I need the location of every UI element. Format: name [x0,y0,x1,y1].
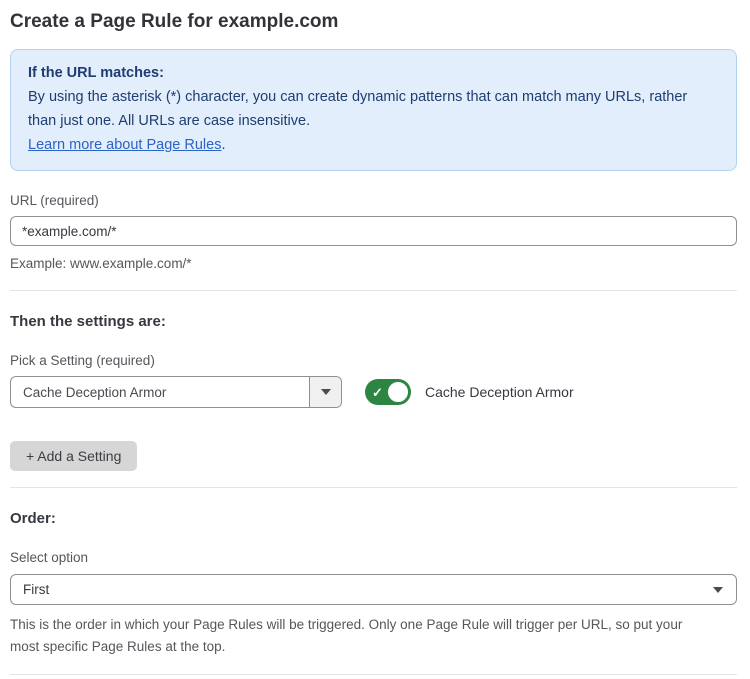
order-select-label: Select option [10,550,737,566]
link-suffix: . [221,137,225,153]
setting-select-value: Cache Deception Armor [11,377,309,407]
order-select-value: First [23,582,49,597]
info-box-link-line: Learn more about Page Rules. [28,133,719,157]
order-helper-text: This is the order in which your Page Rul… [10,614,710,658]
chevron-down-icon [713,587,723,593]
setting-select[interactable]: Cache Deception Armor [10,376,342,408]
add-setting-button[interactable]: + Add a Setting [10,441,137,471]
setting-row: Cache Deception Armor ✓ Cache Deception … [10,376,737,408]
check-icon: ✓ [372,386,383,399]
url-field-label: URL (required) [10,193,737,209]
toggle-knob [386,380,410,404]
order-select[interactable]: First [10,574,737,605]
pick-setting-label: Pick a Setting (required) [10,353,737,369]
setting-select-arrow-button[interactable] [309,377,341,407]
divider [10,290,737,291]
create-page-rule-form: Create a Page Rule for example.com If th… [0,0,750,679]
learn-more-link[interactable]: Learn more about Page Rules [28,137,221,153]
toggle-label: Cache Deception Armor [425,384,574,400]
page-title: Create a Page Rule for example.com [10,10,737,33]
url-field-helper: Example: www.example.com/* [10,254,737,274]
order-section-heading: Order: [10,510,737,528]
info-box-heading: If the URL matches: [28,61,719,85]
url-match-info-box: If the URL matches: By using the asteris… [10,49,737,171]
cache-deception-armor-toggle[interactable]: ✓ [365,379,411,405]
divider [10,487,737,488]
settings-section-heading: Then the settings are: [10,313,737,331]
info-box-body: By using the asterisk (*) character, you… [28,85,719,133]
divider [10,674,737,675]
url-input[interactable] [10,216,737,246]
chevron-down-icon [321,389,331,395]
